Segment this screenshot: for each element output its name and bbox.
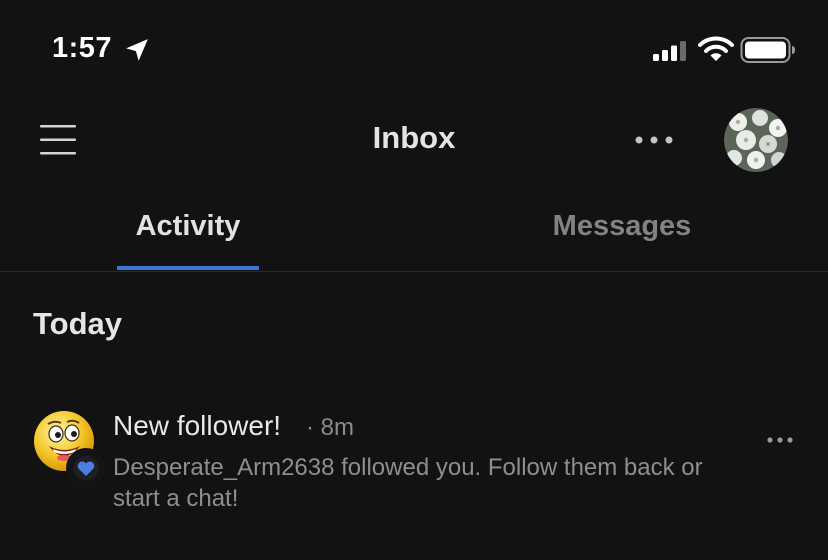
row-more-icon[interactable] [764, 432, 796, 448]
status-time: 1:57 [52, 32, 113, 64]
notification-body: Desperate_Arm2638 followed you. Follow t… [113, 454, 703, 512]
battery-icon [740, 37, 795, 63]
avatar[interactable] [724, 108, 788, 172]
more-horizontal-icon[interactable] [628, 128, 680, 152]
cellular-signal-icon [653, 41, 686, 61]
notification-time: · 8m [306, 414, 354, 441]
tab-messages[interactable]: Messages [530, 210, 714, 243]
location-arrow-icon [126, 39, 148, 61]
active-tab-indicator [117, 266, 259, 270]
heart-badge-icon [73, 456, 99, 480]
wifi-icon [698, 36, 734, 61]
notification-title: New follower! [113, 410, 282, 441]
tab-divider [0, 271, 828, 272]
tab-activity[interactable]: Activity [108, 210, 268, 243]
section-title-today: Today [33, 306, 122, 341]
heart-badge [66, 448, 106, 488]
page-title: Inbox [372, 120, 456, 155]
